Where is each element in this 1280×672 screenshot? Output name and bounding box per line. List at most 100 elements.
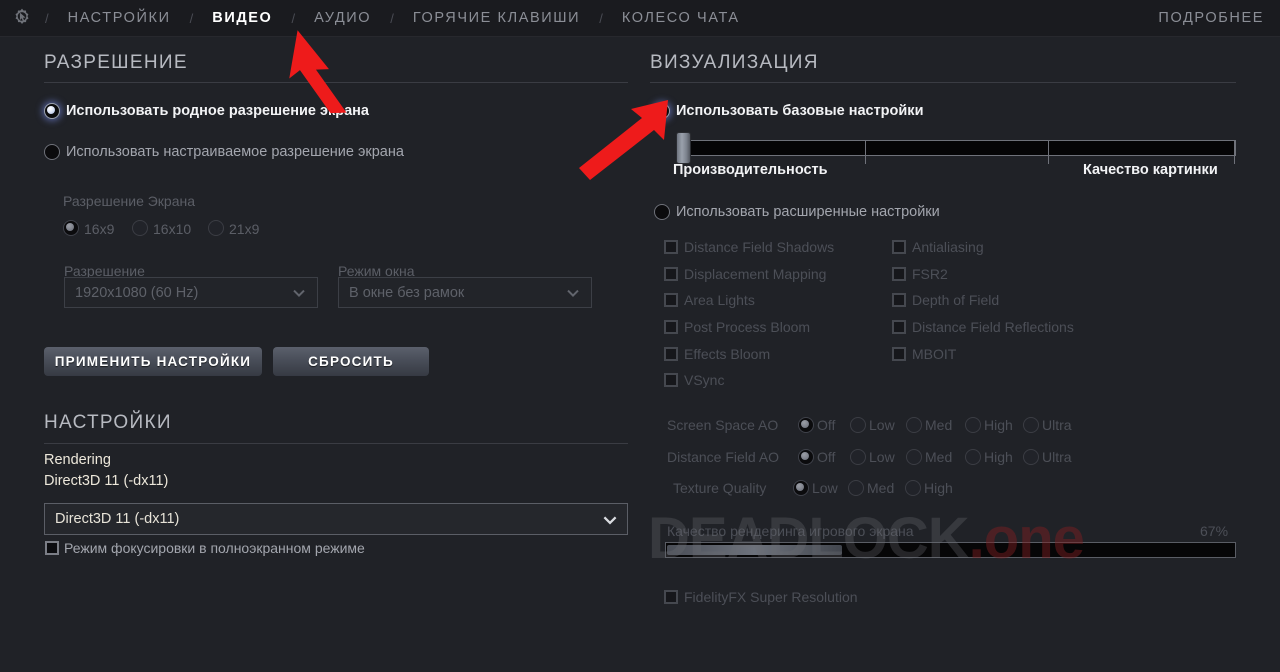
top-navigation-bar: / НАСТРОЙКИ / ВИДЕО / АУДИО / ГОРЯЧИЕ КЛ…	[0, 0, 1280, 37]
texture-quality-option-high-label: High	[924, 480, 953, 496]
checkbox-depth-of-field-label: Depth of Field	[912, 292, 1000, 308]
radio-aspect-16x10[interactable]	[132, 220, 148, 236]
render-scale-label: Качество рендеринга игрового экрана	[667, 523, 914, 539]
distance-field-ao-option-ultra-label: Ultra	[1042, 449, 1072, 465]
distance-field-ao-option-ultra[interactable]	[1023, 449, 1039, 465]
settings-section-title: НАСТРОЙКИ	[44, 412, 172, 433]
rendering-label: Rendering	[44, 452, 111, 468]
resolution-section-rule	[44, 82, 628, 83]
distance-field-ao-option-low[interactable]	[850, 449, 866, 465]
checkbox-fsr2-label: FSR2	[912, 266, 948, 282]
distance-field-ao-option-low-label: Low	[869, 449, 895, 465]
radio-advanced-settings-label: Использовать расширенные настройки	[676, 204, 940, 220]
reset-button[interactable]: СБРОСИТЬ	[273, 347, 429, 376]
radio-native-resolution-label: Использовать родное разрешение экрана	[66, 103, 369, 119]
checkbox-fidelityfx-super-resolution[interactable]	[664, 590, 678, 604]
chevron-down-icon	[291, 285, 307, 301]
checkbox-fsr2[interactable]	[892, 267, 906, 281]
render-scale-value: 67%	[1200, 523, 1229, 539]
distance-field-ao-option-high[interactable]	[965, 449, 981, 465]
chevron-down-icon	[565, 285, 581, 301]
texture-quality-option-med[interactable]	[848, 480, 864, 496]
gear-cursor-icon[interactable]	[0, 0, 44, 37]
resolution-section-title: РАЗРЕШЕНИЕ	[44, 52, 188, 73]
watermark-one: .one	[968, 506, 1085, 571]
screen-space-ao-option-ultra-label: Ultra	[1042, 417, 1072, 433]
renderer-select[interactable]: Direct3D 11 (-dx11)	[44, 503, 628, 535]
screen-space-ao-option-low[interactable]	[850, 417, 866, 433]
texture-quality-option-med-label: Med	[867, 480, 895, 496]
screen-space-ao-option-med[interactable]	[906, 417, 922, 433]
distance-field-ao-option-high-label: High	[984, 449, 1013, 465]
quality-preset-slider[interactable]	[680, 140, 1236, 156]
checkbox-vsync[interactable]	[664, 373, 678, 387]
distance-field-ao-label: Distance Field AO	[667, 449, 780, 465]
screen-space-ao-option-off[interactable]	[798, 417, 814, 433]
checkbox-vsync-label: VSync	[684, 372, 725, 388]
checkbox-effects-bloom-label: Effects Bloom	[684, 346, 771, 362]
distance-field-ao-option-off[interactable]	[798, 449, 814, 465]
checkbox-depth-of-field[interactable]	[892, 293, 906, 307]
checkbox-mboit-label: MBOIT	[912, 346, 957, 362]
focus-mode-label: Режим фокусировки в полноэкранном режиме	[64, 540, 365, 556]
tab-video[interactable]: ВИДЕО	[194, 0, 290, 37]
texture-quality-option-low[interactable]	[793, 480, 809, 496]
visualization-section-title: ВИЗУАЛИЗАЦИЯ	[650, 52, 819, 73]
resolution-select[interactable]: 1920x1080 (60 Hz)	[64, 277, 318, 308]
screen-space-ao-option-med-label: Med	[925, 417, 953, 433]
focus-mode-checkbox[interactable]	[45, 541, 59, 555]
renderer-select-value: Direct3D 11 (-dx11)	[55, 511, 180, 527]
screen-space-ao-option-off-label: Off	[817, 417, 836, 433]
screen-space-ao-option-high-label: High	[984, 417, 1013, 433]
distance-field-ao-option-med-label: Med	[925, 449, 953, 465]
radio-custom-resolution-label: Использовать настраиваемое разрешение эк…	[66, 144, 404, 160]
tab-chat-wheel[interactable]: КОЛЕСО ЧАТА	[604, 0, 758, 37]
visualization-section-rule	[650, 82, 1236, 83]
render-scale-slider-fill[interactable]	[667, 545, 842, 555]
slider-quality-label: Качество картинки	[1083, 162, 1218, 178]
checkbox-antialiasing[interactable]	[892, 240, 906, 254]
checkbox-post-process-bloom-label: Post Process Bloom	[684, 319, 811, 335]
checkbox-post-process-bloom[interactable]	[664, 320, 678, 334]
tab-hotkeys[interactable]: ГОРЯЧИЕ КЛАВИШИ	[395, 0, 598, 37]
checkbox-displacement-mapping[interactable]	[664, 267, 678, 281]
more-details-link[interactable]: ПОДРОБНЕЕ	[1158, 0, 1264, 37]
window-mode-select-value: В окне без рамок	[349, 284, 465, 301]
slider-tick	[1048, 140, 1049, 164]
window-mode-select[interactable]: В окне без рамок	[338, 277, 592, 308]
screen-space-ao-option-low-label: Low	[869, 417, 895, 433]
radio-aspect-16x9[interactable]	[63, 220, 79, 236]
apply-settings-button[interactable]: ПРИМЕНИТЬ НАСТРОЙКИ	[44, 347, 262, 376]
tab-settings[interactable]: НАСТРОЙКИ	[50, 0, 189, 37]
slider-tick	[865, 140, 866, 164]
radio-aspect-21x9-label: 21x9	[229, 221, 260, 237]
checkbox-area-lights-label: Area Lights	[684, 292, 755, 308]
checkbox-distance-field-shadows-label: Distance Field Shadows	[684, 239, 835, 255]
distance-field-ao-option-med[interactable]	[906, 449, 922, 465]
screen-space-ao-option-ultra[interactable]	[1023, 417, 1039, 433]
checkbox-mboit[interactable]	[892, 347, 906, 361]
checkbox-distance-field-shadows[interactable]	[664, 240, 678, 254]
radio-aspect-16x10-label: 16x10	[153, 221, 192, 237]
aspect-ratio-group-label: Разрешение Экрана	[63, 193, 196, 209]
checkbox-distance-field-reflections-label: Distance Field Reflections	[912, 319, 1074, 335]
slider-performance-label: Производительность	[673, 162, 828, 178]
texture-quality-option-high[interactable]	[905, 480, 921, 496]
video-settings-screen: / НАСТРОЙКИ / ВИДЕО / АУДИО / ГОРЯЧИЕ КЛ…	[0, 0, 1280, 672]
checkbox-displacement-mapping-label: Displacement Mapping	[684, 266, 827, 282]
checkbox-antialiasing-label: Antialiasing	[912, 239, 984, 255]
checkbox-distance-field-reflections[interactable]	[892, 320, 906, 334]
radio-native-resolution[interactable]	[44, 103, 60, 119]
radio-aspect-21x9[interactable]	[208, 220, 224, 236]
checkbox-effects-bloom[interactable]	[664, 347, 678, 361]
radio-basic-settings[interactable]	[654, 103, 670, 119]
screen-space-ao-option-high[interactable]	[965, 417, 981, 433]
quality-preset-slider-thumb[interactable]	[676, 132, 691, 164]
checkbox-area-lights[interactable]	[664, 293, 678, 307]
radio-custom-resolution[interactable]	[44, 144, 60, 160]
tab-audio[interactable]: АУДИО	[296, 0, 389, 37]
radio-advanced-settings[interactable]	[654, 204, 670, 220]
chevron-down-icon	[601, 511, 617, 527]
checkbox-fidelityfx-super-resolution-label: FidelityFX Super Resolution	[684, 589, 858, 605]
radio-basic-settings-label: Использовать базовые настройки	[676, 103, 924, 119]
